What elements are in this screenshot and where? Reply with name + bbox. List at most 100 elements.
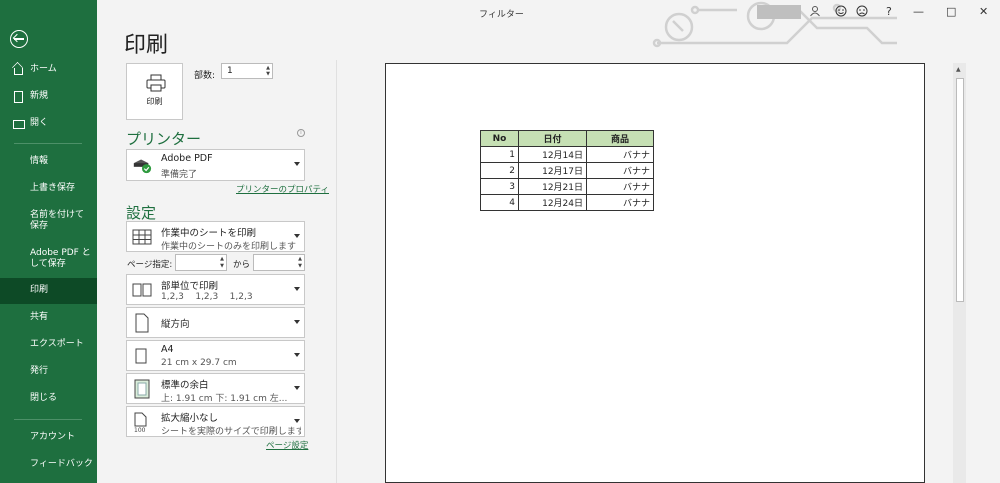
nav-item-open[interactable]: 開く — [0, 118, 97, 129]
margins-main: 標準の余白 — [161, 380, 209, 391]
pages-to-label: から — [233, 260, 251, 270]
printer-name: Adobe PDF — [161, 153, 213, 164]
scaling-sub: シートを実際のサイズで印刷します — [161, 427, 301, 437]
svg-text:100: 100 — [134, 427, 146, 432]
nav-item-publish[interactable]: 発行 — [0, 366, 97, 377]
margins-icon — [134, 379, 150, 399]
chevron-down-icon — [294, 320, 300, 324]
nav-item-save-as-pdf[interactable]: Adobe PDF として保存 — [0, 248, 92, 270]
copies-label: 部数: — [194, 71, 216, 81]
nav-item-label: アカウント — [30, 432, 76, 442]
table-header-cell: 商品 — [586, 130, 654, 147]
nav-separator — [14, 419, 82, 420]
margins-dropdown[interactable]: 標準の余白 上: 1.91 cm 下: 1.91 cm 左... — [126, 373, 305, 404]
pages-to-input[interactable]: ▲ ▼ — [253, 254, 305, 271]
collate-sub: 1,2,3 1,2,3 1,2,3 — [161, 292, 253, 302]
page-title: 印刷 — [124, 33, 169, 58]
printer-heading: プリンター — [126, 130, 202, 148]
copies-input[interactable]: 1 ▲ ▼ — [221, 63, 273, 79]
chevron-down-icon — [294, 162, 300, 166]
nav-item-label: 開く — [30, 118, 49, 128]
paper-sub: 21 cm x 29.7 cm — [161, 358, 237, 368]
nav-item-label: 印刷 — [30, 285, 49, 295]
nav-item-print[interactable]: 印刷 — [0, 278, 97, 304]
spin-up-icon[interactable]: ▲ — [298, 257, 302, 262]
collate-dropdown[interactable]: 部単位で印刷 1,2,3 1,2,3 1,2,3 — [126, 274, 305, 305]
print-what-sub: 作業中のシートのみを印刷します — [161, 242, 297, 252]
backstage-nav: ホーム 新規 開く 情報 上書き保存 名前を付けて保存 Adobe PDF とし… — [0, 0, 97, 483]
scaling-main: 拡大縮小なし — [161, 413, 219, 424]
collate-main: 部単位で印刷 — [161, 281, 219, 292]
copies-value: 1 — [227, 66, 233, 76]
table-cell: 3 — [480, 178, 519, 195]
spin-down-icon[interactable]: ▼ — [220, 264, 224, 269]
nav-item-label: 名前を付けて保存 — [30, 210, 85, 231]
nav-item-label: 情報 — [30, 156, 49, 166]
pages-label: ページ指定: — [127, 260, 173, 270]
nav-item-new[interactable]: 新規 — [0, 91, 97, 103]
margins-sub: 上: 1.91 cm 下: 1.91 cm 左... — [161, 394, 288, 404]
paper-size-dropdown[interactable]: A4 21 cm x 29.7 cm — [126, 340, 305, 371]
info-icon[interactable]: i — [297, 129, 305, 137]
smiley-icon[interactable] — [835, 5, 847, 17]
window-title: フィルター — [479, 10, 524, 20]
nav-item-account[interactable]: アカウント — [0, 432, 97, 443]
scaling-dropdown[interactable]: 100 拡大縮小なし シートを実際のサイズで印刷します — [126, 406, 305, 437]
user-icon[interactable] — [809, 5, 821, 17]
spin-up-icon[interactable]: ▲ — [220, 257, 224, 262]
spin-down-icon[interactable]: ▼ — [266, 72, 270, 77]
nav-item-home[interactable]: ホーム — [0, 64, 97, 75]
printer-ready-icon — [133, 159, 152, 174]
table-cell: バナナ — [586, 194, 654, 211]
table-cell: 12月21日 — [518, 178, 587, 195]
folder-icon — [13, 120, 25, 129]
nav-item-share[interactable]: 共有 — [0, 312, 97, 323]
title-bar: フィルター ? — □ ✕ — [97, 0, 1000, 48]
table-cell: 12月24日 — [518, 194, 587, 211]
pages-from-input[interactable]: ▲ ▼ — [175, 254, 227, 271]
printer-properties-link[interactable]: プリンターのプロパティ — [236, 183, 329, 195]
table-cell: バナナ — [586, 146, 654, 163]
nav-item-label: 発行 — [30, 366, 49, 376]
table-row: 1 12月14日 バナナ — [480, 146, 654, 163]
nav-item-close[interactable]: 閉じる — [0, 393, 97, 404]
print-what-main: 作業中のシートを印刷 — [161, 228, 257, 239]
page-setup-link[interactable]: ページ設定 — [266, 439, 308, 451]
table-cell: バナナ — [586, 178, 654, 195]
nav-item-label: 閉じる — [30, 393, 58, 403]
table-header-row: No 日付 商品 — [480, 130, 654, 147]
scrollbar-thumb[interactable] — [956, 78, 964, 302]
scroll-up-icon[interactable]: ▲ — [956, 66, 961, 73]
portrait-page-icon — [135, 313, 149, 333]
table-row: 4 12月24日 バナナ — [480, 194, 654, 211]
table-cell: 12月14日 — [518, 146, 587, 163]
orientation-dropdown[interactable]: 縦方向 — [126, 307, 305, 338]
print-what-dropdown[interactable]: 作業中のシートを印刷 作業中のシートのみを印刷します — [126, 221, 305, 252]
account-name-redacted[interactable] — [757, 5, 801, 19]
nav-item-save[interactable]: 上書き保存 — [0, 183, 97, 194]
table-row: 3 12月21日 バナナ — [480, 178, 654, 195]
maximize-button[interactable]: □ — [946, 5, 956, 18]
table-header-cell: No — [480, 130, 519, 147]
print-button[interactable]: 印刷 — [126, 63, 183, 120]
minimize-button[interactable]: — — [913, 5, 924, 18]
table-header-cell: 日付 — [518, 130, 587, 147]
frown-icon[interactable] — [856, 5, 868, 17]
close-button[interactable]: ✕ — [979, 5, 988, 18]
print-button-label: 印刷 — [146, 97, 163, 106]
nav-item-info[interactable]: 情報 — [0, 156, 97, 167]
chevron-down-icon — [294, 353, 300, 357]
table-row: 2 12月17日 バナナ — [480, 162, 654, 179]
table-cell: 12月17日 — [518, 162, 587, 179]
nav-item-label: Adobe PDF として保存 — [30, 248, 91, 269]
nav-separator — [14, 143, 82, 144]
back-arrow-icon[interactable] — [10, 30, 28, 48]
chevron-down-icon — [294, 234, 300, 238]
spin-down-icon[interactable]: ▼ — [298, 264, 302, 269]
nav-item-feedback[interactable]: フィードバック — [0, 459, 97, 470]
nav-item-export[interactable]: エクスポート — [0, 339, 97, 350]
nav-item-label: フィードバック — [30, 459, 93, 469]
printer-dropdown[interactable]: Adobe PDF 準備完了 — [126, 149, 305, 181]
help-button[interactable]: ? — [886, 5, 892, 18]
nav-item-save-as[interactable]: 名前を付けて保存 — [0, 210, 92, 232]
